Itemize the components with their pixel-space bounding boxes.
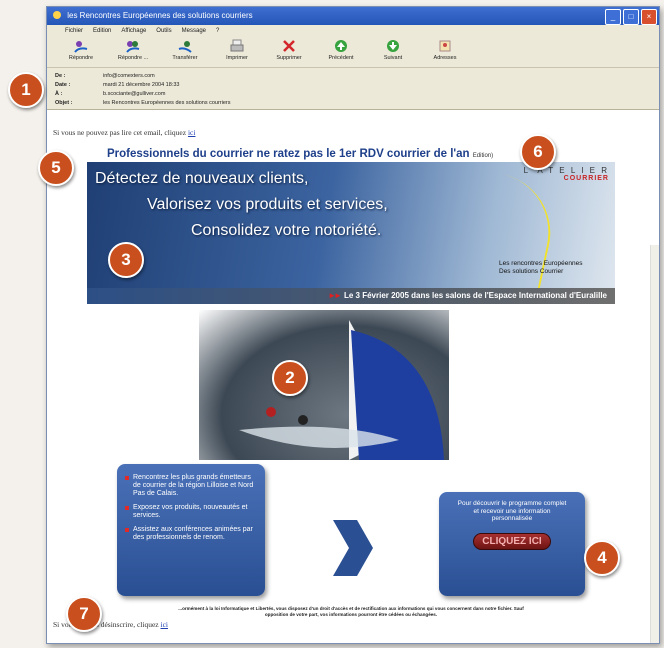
menu-fichier[interactable]: Fichier [65, 25, 83, 37]
window-title: les Rencontres Européennes des solutions… [67, 11, 253, 20]
reply-all-button[interactable]: Répondre ... [109, 37, 157, 61]
message-header: De : info@comexters.com Date : mardi 21 dé… [47, 68, 659, 110]
envelope-icon [53, 11, 61, 19]
toolbar: Répondre Répondre ... Transférer Imprime… [47, 37, 659, 68]
callout-badge-2: 2 [272, 360, 308, 396]
chevron-right-icon [333, 520, 373, 576]
banner-line-1: Détectez de nouveaux clients, [95, 170, 309, 187]
legal-notice: ...ormément à la loi Informatique et Lib… [178, 606, 524, 617]
red-arrows-icon: ►► [328, 291, 342, 300]
maximize-button[interactable]: □ [623, 9, 639, 25]
title-bar: les Rencontres Européennes des solutions… [47, 7, 659, 25]
callout-badge-4: 4 [584, 540, 620, 576]
menu-bar: Fichier Edition Affichage Outils Message… [47, 25, 659, 37]
delete-icon [283, 40, 295, 52]
message-body: Si vous ne pouvez pas lire cet email, cl… [47, 126, 659, 643]
date-value: mardi 21 décembre 2004 18:33 [103, 82, 180, 88]
vertical-scrollbar[interactable] [650, 245, 659, 643]
to-row: À : b.scociante@gulliver.com [55, 91, 166, 97]
previous-icon [335, 40, 347, 52]
from-row: De : info@comexters.com [55, 73, 155, 79]
cta-text: Pour découvrir le programme complet et r… [457, 500, 567, 522]
benefit-item: Assistez aux conférences animées par des… [125, 526, 255, 542]
date-row: Date : mardi 21 décembre 2004 18:33 [55, 82, 180, 88]
promo-banner[interactable]: Détectez de nouveaux clients, Valorisez … [87, 162, 615, 304]
unsubscribe-link[interactable]: ici [160, 620, 168, 629]
forward-button[interactable]: Transférer [161, 37, 209, 61]
subject-row: Objet : les Rencontres Européennes des so… [55, 100, 231, 106]
email-window: les Rencontres Européennes des solutions… [46, 6, 660, 644]
callout-badge-5: 5 [38, 150, 74, 186]
addresses-icon [439, 40, 451, 52]
close-button[interactable]: × [641, 9, 657, 25]
menu-help[interactable]: ? [216, 25, 219, 37]
banner-line-3: Consolidez votre notoriété. [191, 222, 382, 239]
reply-all-icon [126, 41, 140, 53]
print-icon [230, 39, 244, 52]
atelier-courrier-logo: L' A T E L I E R COURRIER Les rencontres… [448, 166, 609, 295]
addresses-button[interactable]: Adresses [421, 37, 469, 61]
menu-outils[interactable]: Outils [156, 25, 171, 37]
menu-affichage[interactable]: Affichage [121, 25, 146, 37]
forward-icon [178, 41, 192, 53]
benefit-item: Exposez vos produits, nouveautés et serv… [125, 504, 255, 520]
view-online-link[interactable]: ici [188, 128, 196, 137]
delete-button[interactable]: Supprimer [265, 37, 313, 61]
sailboat-photo [199, 310, 449, 460]
callout-badge-7: 7 [66, 596, 102, 632]
benefit-item: Rencontrez les plus grands émetteurs de … [125, 474, 254, 497]
callout-badge-3: 3 [108, 242, 144, 278]
reply-button[interactable]: Répondre [57, 37, 105, 61]
event-date-strip: ►► Le 3 Février 2005 dans les salons de l… [87, 288, 615, 304]
to-value: b.scociante@gulliver.com [103, 91, 166, 97]
cta-box: Pour découvrir le programme complet et r… [439, 492, 585, 596]
callout-badge-1: 1 [8, 72, 44, 108]
subject-value: les Rencontres Européennes des solutions… [103, 100, 231, 106]
previous-button[interactable]: Précédent [317, 37, 365, 61]
banner-line-2: Valorisez vos produits et services, [147, 196, 388, 213]
next-icon [387, 40, 399, 52]
benefits-box: Rencontrez les plus grands émetteurs de … [117, 464, 265, 596]
headline: Professionnels du courrier ne ratez pas … [107, 148, 494, 160]
click-here-button[interactable]: CLIQUEZ ICI [473, 532, 551, 550]
reply-icon [74, 41, 88, 53]
print-button[interactable]: Imprimer [213, 37, 261, 61]
menu-edition[interactable]: Edition [93, 25, 111, 37]
next-button[interactable]: Suivant [369, 37, 417, 61]
menu-message[interactable]: Message [182, 25, 206, 37]
callout-badge-6: 6 [520, 134, 556, 170]
from-value: info@comexters.com [103, 73, 155, 79]
minimize-button[interactable]: _ [605, 9, 621, 25]
view-online-note: Si vous ne pouvez pas lire cet email, cl… [53, 128, 196, 137]
